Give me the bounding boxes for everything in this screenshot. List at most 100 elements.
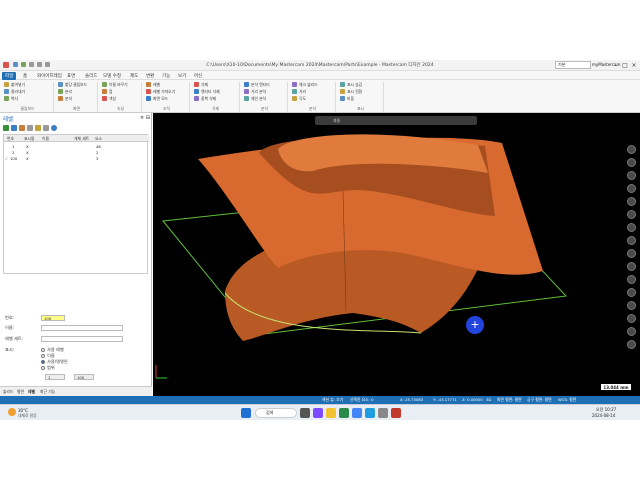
ribbon-item-icon[interactable] bbox=[146, 82, 151, 87]
view-button-2[interactable] bbox=[627, 158, 636, 167]
menu-drafting[interactable]: 제도 bbox=[127, 72, 141, 80]
view-button-10[interactable] bbox=[627, 262, 636, 271]
view-button-13[interactable] bbox=[627, 301, 636, 310]
row-visible[interactable]: X bbox=[26, 144, 29, 149]
highlight-icon[interactable] bbox=[19, 125, 25, 131]
ribbon-item-icon[interactable] bbox=[102, 89, 107, 94]
ribbon-item-icon[interactable] bbox=[102, 96, 107, 101]
close-button[interactable]: × bbox=[629, 61, 639, 70]
settings-icon[interactable] bbox=[43, 125, 49, 131]
menu-home[interactable]: 홈 bbox=[20, 72, 30, 80]
mastercam-icon[interactable] bbox=[391, 408, 401, 418]
view-toolbar[interactable]: 자동 bbox=[315, 116, 477, 125]
ribbon-item-icon[interactable] bbox=[194, 96, 199, 101]
edge-icon[interactable] bbox=[365, 408, 375, 418]
view-button-11[interactable] bbox=[627, 275, 636, 284]
weather-desc[interactable]: 대체로 맑음 bbox=[18, 413, 37, 419]
view-button-12[interactable] bbox=[627, 288, 636, 297]
range-from-field[interactable]: 1 bbox=[45, 374, 65, 380]
graphics-plane-status[interactable]: 화면 평면: 평면 bbox=[497, 397, 522, 403]
menu-view[interactable]: 보기 bbox=[175, 72, 189, 80]
view-button-5[interactable] bbox=[627, 197, 636, 206]
tab-solids[interactable]: 솔리드 bbox=[3, 389, 13, 395]
search-icon[interactable] bbox=[11, 125, 17, 131]
row-visible[interactable]: X bbox=[26, 150, 29, 155]
col-number[interactable]: 번호 bbox=[7, 136, 14, 142]
ribbon-item-icon[interactable] bbox=[194, 89, 199, 94]
ribbon-item-icon[interactable] bbox=[58, 89, 63, 94]
col-count[interactable]: 요소 bbox=[95, 136, 102, 142]
ribbon-item[interactable]: 점 bbox=[109, 89, 113, 95]
col-set[interactable]: 개체 세트 bbox=[74, 136, 89, 142]
tab-planes[interactable]: 평면 bbox=[17, 389, 24, 395]
tab-recent-functions[interactable]: 최근 기능 bbox=[40, 389, 55, 395]
ribbon-item-icon[interactable] bbox=[58, 96, 63, 101]
app-icon-2[interactable] bbox=[339, 408, 349, 418]
ribbon-item[interactable]: 거리 bbox=[299, 89, 306, 95]
ribbon-item[interactable]: 할당 클립보드 bbox=[65, 82, 87, 88]
ribbon-item-icon[interactable] bbox=[340, 96, 345, 101]
ribbon-item-icon[interactable] bbox=[146, 89, 151, 94]
view-button-3[interactable] bbox=[627, 171, 636, 180]
ribbon-item-icon[interactable] bbox=[146, 96, 151, 101]
range-to-field[interactable]: 100 bbox=[74, 374, 94, 380]
ribbon-item-icon[interactable] bbox=[4, 89, 9, 94]
ribbon-item-icon[interactable] bbox=[102, 82, 107, 87]
ribbon-item-icon[interactable] bbox=[194, 82, 199, 87]
ribbon-item[interactable]: 체인 분석 bbox=[251, 96, 266, 102]
ribbon-item[interactable]: 색상 bbox=[109, 96, 116, 102]
tool-plane-status[interactable]: 공구 평면: 평면 bbox=[527, 397, 552, 403]
view-button-9[interactable] bbox=[627, 249, 636, 258]
mode-3d[interactable]: 3D bbox=[486, 397, 491, 402]
task-view-icon[interactable] bbox=[300, 408, 310, 418]
weather-icon[interactable] bbox=[8, 408, 16, 416]
ribbon-item[interactable]: 붙여넣기 bbox=[11, 82, 25, 88]
ribbon-item-icon[interactable] bbox=[58, 82, 63, 87]
ribbon-item-icon[interactable] bbox=[4, 96, 9, 101]
filter-icon[interactable] bbox=[35, 125, 41, 131]
view-button-15[interactable] bbox=[627, 327, 636, 336]
graphics-viewport[interactable]: + bbox=[153, 113, 640, 396]
refresh-icon[interactable] bbox=[27, 125, 33, 131]
file-explorer-icon[interactable] bbox=[326, 408, 336, 418]
menu-wireframe[interactable]: 와이어프레임 bbox=[34, 72, 65, 80]
selection-mode[interactable]: 자동 bbox=[333, 118, 340, 124]
ribbon-item-icon[interactable] bbox=[4, 82, 9, 87]
tab-levels[interactable]: 레벨 bbox=[28, 389, 35, 395]
view-button-6[interactable] bbox=[627, 210, 636, 219]
view-button-14[interactable] bbox=[627, 314, 636, 323]
view-button-8[interactable] bbox=[627, 236, 636, 245]
table-row[interactable]: ✓ 100 X 3 bbox=[4, 155, 149, 161]
search-input[interactable]: 기본 bbox=[555, 61, 591, 69]
section-view-status[interactable]: 섹션 뷰: 끄기 bbox=[322, 397, 343, 403]
model-view[interactable] bbox=[153, 113, 640, 396]
ribbon-item[interactable]: 중복 삭제 bbox=[201, 96, 216, 102]
ribbon-item[interactable]: 비움 bbox=[347, 96, 354, 102]
start-icon[interactable] bbox=[241, 408, 251, 418]
ribbon-item[interactable]: 레벨 bbox=[153, 82, 160, 88]
ribbon-item[interactable]: 각도 bbox=[299, 96, 306, 102]
row-visible[interactable]: X bbox=[26, 156, 29, 161]
ribbon-item-icon[interactable] bbox=[340, 82, 345, 87]
menu-transform[interactable]: 변환 bbox=[143, 72, 157, 80]
ribbon-item[interactable]: 잘라내기 bbox=[11, 89, 25, 95]
ribbon-item-icon[interactable] bbox=[292, 82, 297, 87]
menu-surface[interactable]: 표면 bbox=[64, 72, 78, 80]
col-name[interactable]: 이름 bbox=[42, 136, 49, 142]
ribbon-item-icon[interactable] bbox=[340, 89, 345, 94]
gnomon-icon[interactable]: + bbox=[466, 316, 484, 334]
ribbon-item[interactable]: 화면 모드 bbox=[153, 96, 168, 102]
ribbon-item[interactable]: 체크 솔리드 bbox=[299, 82, 318, 88]
menu-features[interactable]: 기능 bbox=[159, 72, 173, 80]
name-field[interactable] bbox=[41, 325, 123, 331]
ribbon-item-icon[interactable] bbox=[244, 96, 249, 101]
menu-solid[interactable]: 솔리드 bbox=[82, 72, 100, 80]
level-set-field[interactable] bbox=[41, 336, 123, 342]
levels-table[interactable]: 번호 표시됨 이름 개체 세트 요소 1 X 46 2 X 2 ✓ 100 X … bbox=[3, 134, 149, 274]
ribbon-item[interactable]: 분석 bbox=[65, 96, 72, 102]
add-level-icon[interactable] bbox=[3, 125, 9, 131]
help-icon[interactable] bbox=[51, 125, 57, 131]
radio-used-or-named[interactable] bbox=[41, 360, 45, 364]
ribbon-item-icon[interactable] bbox=[244, 82, 249, 87]
ribbon-item[interactable]: 표시 숨김 bbox=[347, 82, 362, 88]
